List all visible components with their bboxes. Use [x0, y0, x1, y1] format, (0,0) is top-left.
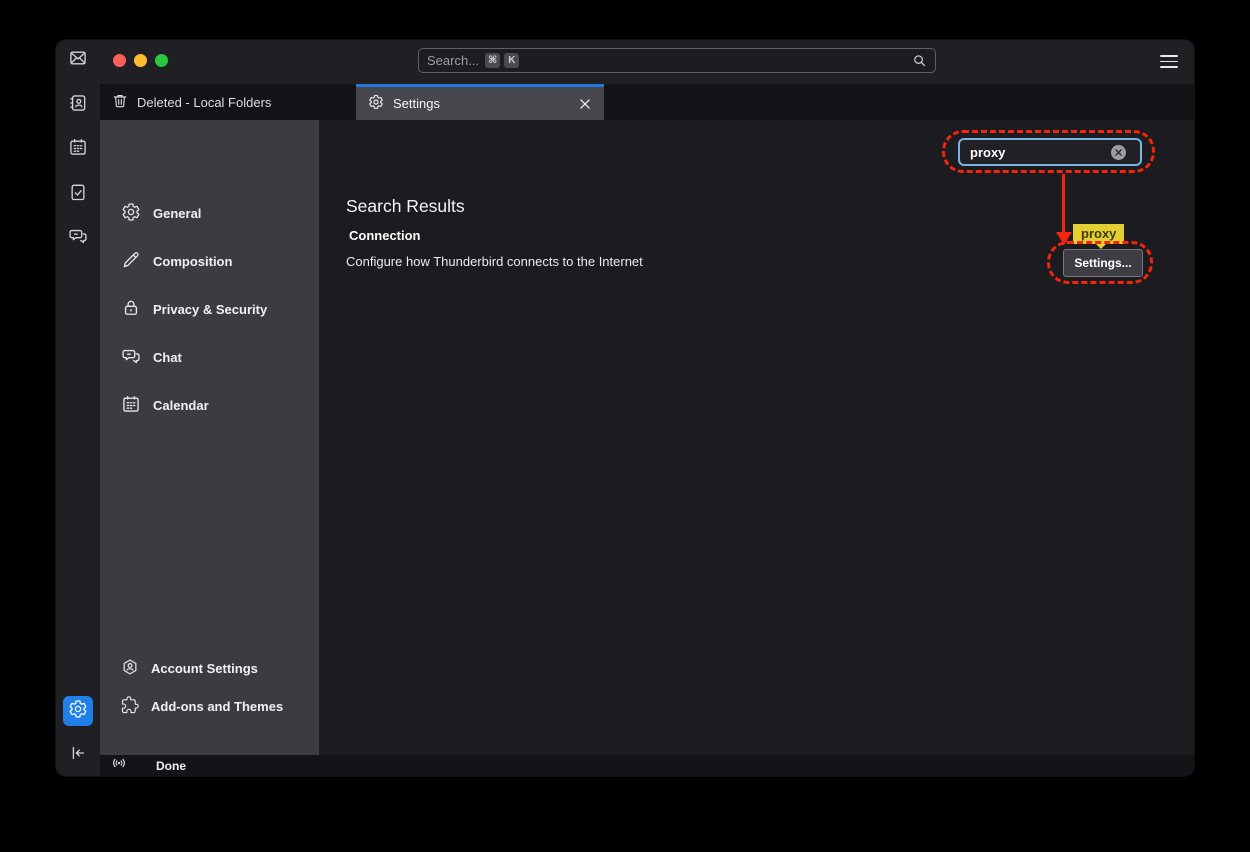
sidebar-item-chat[interactable]: Chat	[100, 333, 319, 381]
trash-icon	[112, 93, 128, 112]
settings-content: Search Results Connection Configure how …	[319, 120, 1194, 755]
k-key-badge: K	[504, 53, 519, 68]
sidebar-item-label: General	[153, 206, 201, 221]
result-heading: Connection	[349, 228, 421, 243]
status-text: Done	[156, 759, 186, 773]
chat-icon	[68, 226, 88, 251]
mail-icon	[68, 48, 88, 73]
spaces-toolbar	[56, 40, 100, 776]
address-book-icon	[68, 93, 88, 118]
collapse-icon	[68, 743, 88, 768]
unified-toolbar: Search... ⌘ K	[100, 40, 1194, 84]
gear-icon	[368, 94, 384, 113]
addressbook-space-button[interactable]	[63, 90, 93, 120]
result-description: Configure how Thunderbird connects to th…	[346, 254, 643, 269]
annotation-proxy-tag: proxy	[1073, 224, 1124, 244]
calendar-icon	[121, 394, 141, 417]
sidebar-item-privacy-security[interactable]: Privacy & Security	[100, 285, 319, 333]
global-search-placeholder: Search...	[427, 53, 479, 68]
tab-deleted-local-folders[interactable]: Deleted - Local Folders	[100, 84, 283, 120]
tab-bar: Deleted - Local Folders Settings	[100, 84, 1194, 120]
chat-icon	[121, 346, 141, 369]
sidebar-item-composition[interactable]: Composition	[100, 237, 319, 285]
global-search-input[interactable]: Search... ⌘ K	[418, 48, 936, 73]
account-icon	[121, 658, 139, 679]
broadcast-icon	[100, 754, 128, 776]
settings-gear-icon	[68, 699, 88, 724]
sidebar-item-account-settings[interactable]: Account Settings	[100, 649, 319, 687]
clear-search-button[interactable]	[1111, 145, 1126, 160]
lock-icon	[121, 298, 141, 321]
chat-space-button[interactable]	[63, 223, 93, 253]
tasks-space-button[interactable]	[63, 179, 93, 209]
app-menu-button[interactable]	[1160, 53, 1178, 70]
window-controls	[113, 54, 168, 67]
zoom-window-button[interactable]	[155, 54, 168, 67]
tab-label: Deleted - Local Folders	[137, 95, 271, 110]
sidebar-item-label: Composition	[153, 254, 232, 269]
sidebar-item-addons-themes[interactable]: Add-ons and Themes	[100, 687, 319, 725]
puzzle-icon	[121, 696, 139, 717]
close-window-button[interactable]	[113, 54, 126, 67]
sidebar-item-label: Account Settings	[151, 661, 258, 676]
annotation-arrow-line	[1062, 174, 1065, 232]
tasks-icon	[68, 182, 88, 207]
mail-space-button[interactable]	[63, 45, 93, 75]
sidebar-item-general[interactable]: General	[100, 189, 319, 237]
thunderbird-window: Search... ⌘ K Deleted - Local Folders Se…	[56, 40, 1194, 776]
sidebar-item-label: Privacy & Security	[153, 302, 267, 317]
tab-settings[interactable]: Settings	[356, 84, 604, 120]
settings-nav-footer: Account Settings Add-ons and Themes	[100, 649, 319, 725]
tab-label: Settings	[393, 96, 440, 111]
sidebar-item-calendar[interactable]: Calendar	[100, 381, 319, 429]
calendar-icon	[68, 137, 88, 162]
sidebar-item-label: Add-ons and Themes	[151, 699, 283, 714]
status-bar: Done	[100, 755, 1194, 776]
minimize-window-button[interactable]	[134, 54, 147, 67]
gear-icon	[121, 202, 141, 225]
page-title: Search Results	[346, 196, 465, 217]
command-key-badge: ⌘	[485, 53, 500, 68]
pencil-icon	[121, 250, 141, 273]
connection-settings-button[interactable]: Settings...	[1063, 249, 1143, 277]
sidebar-item-label: Chat	[153, 350, 182, 365]
search-icon	[912, 53, 927, 68]
settings-sidebar: General Composition Privacy & Security C…	[100, 120, 319, 755]
close-icon	[1114, 144, 1123, 162]
search-shortcut-keys: ⌘ K	[485, 53, 519, 68]
sidebar-item-label: Calendar	[153, 398, 209, 413]
annotation-arrow-head	[1056, 232, 1072, 245]
settings-space-button[interactable]	[63, 696, 93, 726]
collapse-spaces-button[interactable]	[63, 740, 93, 770]
calendar-space-button[interactable]	[63, 134, 93, 164]
close-tab-button[interactable]	[578, 97, 592, 111]
settings-nav: General Composition Privacy & Security C…	[100, 120, 319, 429]
